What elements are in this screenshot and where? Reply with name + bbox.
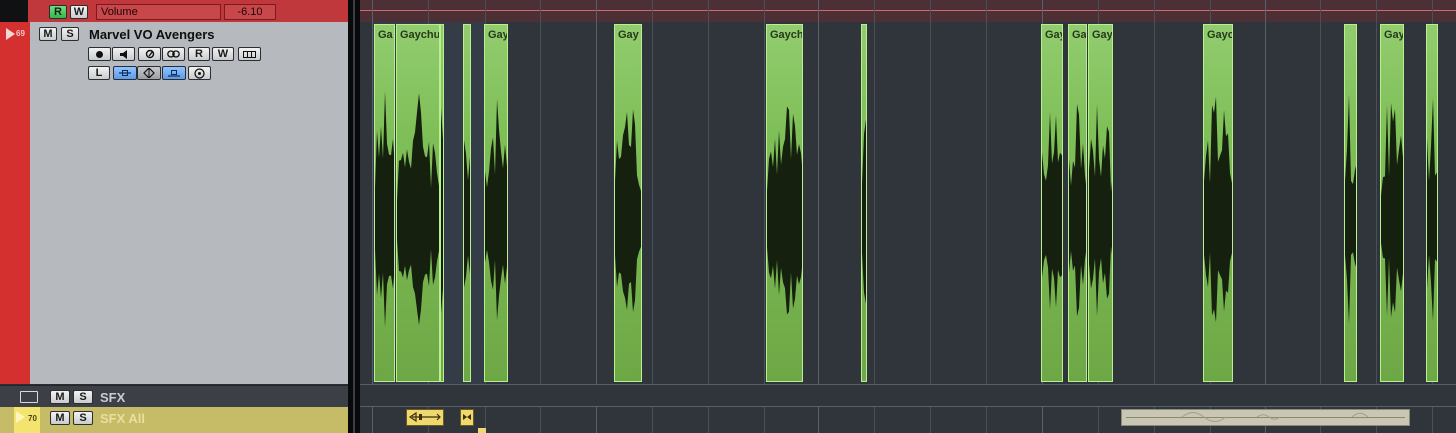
splitter[interactable] (348, 0, 360, 433)
automation-write-button[interactable]: W (70, 5, 88, 19)
write-automation-button[interactable]: W (212, 47, 234, 61)
waveform (1042, 112, 1062, 310)
freeze-icon[interactable] (137, 66, 161, 80)
audio-event[interactable]: Ga (1068, 24, 1087, 382)
event-name: Gayc (1207, 29, 1233, 41)
solo-button[interactable]: S (61, 27, 79, 41)
audio-event[interactable]: Gay (484, 24, 508, 382)
waveform (1345, 94, 1356, 325)
lane-separator (360, 406, 1456, 407)
track-sfx-all[interactable]: 70 M S SFX All (0, 407, 348, 433)
track-select-arrow-icon[interactable] (6, 28, 15, 40)
event-name: Gay (1045, 29, 1062, 41)
waveform (615, 109, 641, 313)
event-name: Gay (1384, 29, 1404, 41)
track-color-strip (0, 22, 30, 384)
folder-lane-area[interactable] (360, 385, 1456, 406)
waveform (375, 90, 394, 327)
automation-curve[interactable] (360, 10, 1456, 11)
lock-icon[interactable] (162, 66, 186, 80)
track-name[interactable]: SFX (100, 390, 125, 405)
automation-lane: R W Volume -6.10 (0, 0, 348, 22)
audio-event[interactable] (440, 24, 444, 382)
waveform (1089, 103, 1112, 317)
settings-icon[interactable] (188, 66, 211, 80)
track-marvel-vo-avengers[interactable]: 69 M S Marvel VO Avengers R W L (0, 22, 348, 384)
monitor-speaker-icon[interactable] (112, 47, 135, 61)
waveform (397, 93, 439, 325)
lane-button[interactable]: L (88, 66, 110, 80)
event-name: Ga (378, 29, 393, 41)
event-name: Gay (618, 29, 639, 41)
sfx-event[interactable] (460, 409, 474, 426)
waveform (1069, 104, 1086, 317)
sfx-event[interactable] (478, 428, 486, 433)
track-number: 69 (16, 29, 25, 38)
record-enable-icon[interactable] (88, 47, 111, 61)
mute-button[interactable]: M (50, 411, 70, 425)
automation-value-field[interactable]: -6.10 (224, 4, 276, 20)
sfx-event[interactable] (406, 409, 444, 426)
event-display[interactable]: Ga Gaychu Gay Gay Gaych Gay Ga Gay Gayc Gay (360, 0, 1456, 433)
audio-event[interactable] (861, 24, 867, 382)
waveform (464, 140, 470, 288)
event-name: Ga (1072, 29, 1087, 41)
track-number: 70 (28, 414, 37, 423)
event-name: Gay (1092, 29, 1113, 41)
audio-event[interactable] (1426, 24, 1438, 382)
mute-button[interactable]: M (50, 390, 70, 404)
waveform (767, 106, 802, 315)
automation-read-button[interactable]: R (49, 5, 67, 19)
automation-lane-area[interactable] (360, 0, 1456, 22)
event-name: Gaychu (400, 29, 440, 41)
audio-event[interactable]: Gaychu (396, 24, 440, 382)
automation-parameter-select[interactable]: Volume (96, 4, 221, 20)
track-name[interactable]: SFX All (100, 411, 145, 426)
lanes-icon[interactable] (238, 47, 261, 61)
audio-event[interactable]: Gay (1088, 24, 1113, 382)
track-sfx-folder[interactable]: M S SFX (0, 385, 348, 407)
audio-event[interactable]: Ga (374, 24, 395, 382)
waveform (1381, 102, 1403, 318)
event-name: Gaych (770, 29, 803, 41)
folder-icon[interactable] (20, 391, 38, 403)
track-list: R W Volume -6.10 69 M S Marvel VO Avenge… (0, 0, 348, 433)
waveform (862, 119, 866, 305)
audio-event[interactable]: Gayc (1203, 24, 1233, 382)
waveform (441, 107, 443, 314)
audio-event[interactable]: Gay (1041, 24, 1063, 382)
link-icon[interactable] (162, 47, 185, 61)
audio-event[interactable]: Gay (1380, 24, 1404, 382)
event-name: Gay (488, 29, 508, 41)
read-automation-button[interactable]: R (188, 47, 210, 61)
audio-event[interactable]: Gay (614, 24, 642, 382)
solo-button[interactable]: S (73, 411, 93, 425)
audio-event[interactable] (1344, 24, 1357, 382)
edit-channel-icon[interactable] (138, 47, 161, 61)
waveform (485, 99, 507, 321)
mute-button[interactable]: M (39, 27, 57, 41)
audio-event[interactable]: Gaych (766, 24, 803, 382)
waveform (1204, 96, 1232, 323)
track-select-arrow-icon[interactable] (16, 411, 25, 423)
timebase-icon[interactable] (113, 66, 137, 80)
track-name[interactable]: Marvel VO Avengers (89, 27, 214, 42)
sfx-event-long[interactable] (1121, 409, 1410, 426)
audio-event[interactable] (463, 24, 471, 382)
waveform (1427, 97, 1437, 322)
solo-button[interactable]: S (73, 390, 93, 404)
